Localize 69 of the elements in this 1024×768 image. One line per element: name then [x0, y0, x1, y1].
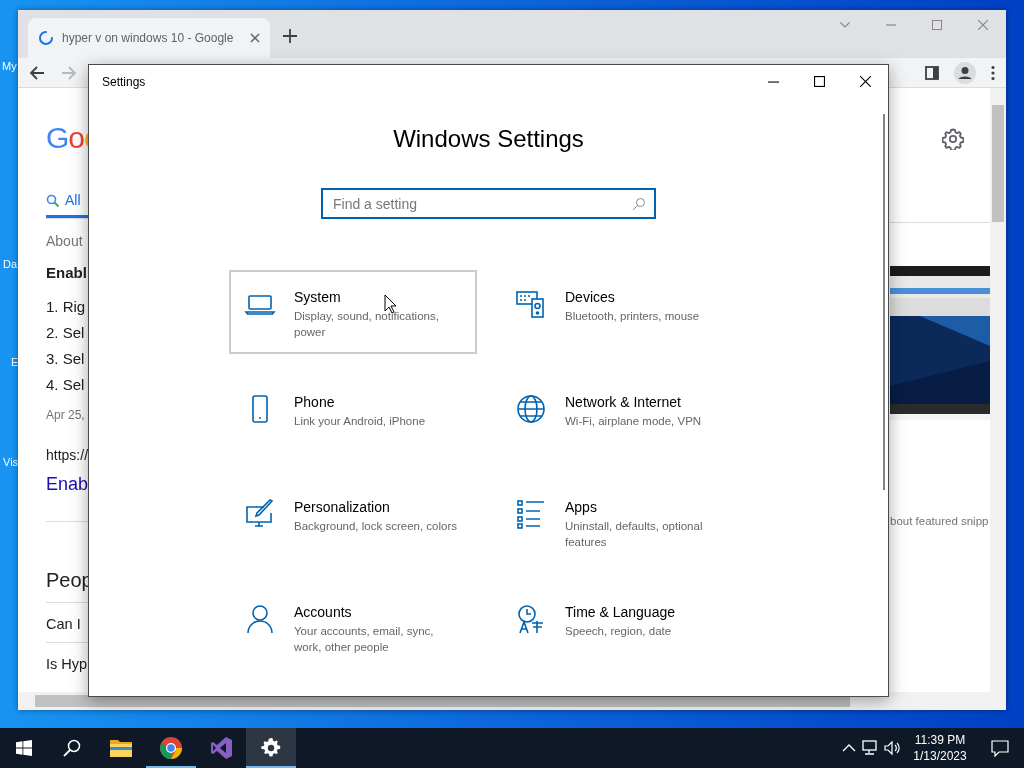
result-link[interactable]: Enab — [46, 472, 88, 496]
visual-studio-icon — [209, 736, 233, 760]
result-url[interactable]: https:// — [46, 446, 88, 464]
list-icon — [515, 498, 547, 530]
tile-title: Personalization — [294, 498, 390, 516]
scrollbar-thumb[interactable] — [992, 105, 1004, 222]
forward-arrow-icon — [60, 63, 78, 82]
tile-title: Time & Language — [565, 603, 675, 621]
chrome-icon — [159, 736, 183, 760]
question-item[interactable]: Can I — [46, 614, 88, 634]
search-field[interactable]: Find a setting — [321, 188, 656, 219]
search-icon — [632, 197, 646, 211]
menu-dots-icon[interactable] — [990, 64, 996, 81]
tile-title: Network & Internet — [565, 393, 681, 411]
snippet-step: 4. Sel — [46, 372, 88, 398]
snippet-step: 2. Sel — [46, 320, 88, 346]
gear-icon — [259, 736, 283, 760]
mouse-pointer-icon — [384, 294, 397, 314]
maximize-icon — [813, 75, 825, 87]
person-icon — [244, 603, 276, 635]
tile-description: Link your Android, iPhone — [294, 414, 427, 429]
settings-heading: Windows Settings — [392, 124, 585, 154]
monitor-brush-icon — [244, 498, 276, 530]
tile-title: Accounts — [294, 603, 352, 621]
settings-icon[interactable] — [942, 128, 964, 150]
scrollbar-thumb[interactable] — [883, 114, 885, 490]
tile-title: Phone — [294, 393, 335, 411]
tab-search-chevron-icon — [840, 22, 850, 28]
close-icon — [859, 75, 871, 87]
close-icon — [978, 20, 988, 30]
minimize-icon — [886, 24, 896, 26]
keyboard-speaker-icon — [515, 288, 547, 320]
tile-description: Speech, region, date — [565, 624, 673, 639]
settings-tile[interactable]: System Display, sound, notifications, power — [229, 270, 477, 354]
tile-title: Devices — [565, 288, 615, 306]
tile-description: Bluetooth, printers, mouse — [565, 309, 701, 324]
back-arrow-icon[interactable] — [28, 63, 46, 82]
chat-bubble-icon — [991, 739, 1009, 757]
vertical-scrollbar[interactable] — [990, 88, 1006, 692]
clock-time: 11:39 PM — [913, 732, 967, 748]
search-icon — [46, 193, 60, 208]
result-stats-text: About — [46, 232, 84, 250]
tile-title: Apps — [565, 498, 597, 516]
globe-icon — [515, 393, 547, 425]
close-icon[interactable] — [250, 33, 260, 43]
feedback-text: bout featured snipp — [890, 514, 990, 528]
speaker-icon[interactable] — [883, 738, 903, 758]
tab-title: hyper v on windows 10 - Google — [62, 30, 235, 47]
snippet-title: Enabl — [46, 263, 88, 283]
side-panel-icon[interactable] — [924, 64, 940, 81]
clock-date: 1/13/2023 — [912, 748, 968, 764]
tile-description: Wi-Fi, airplane mode, VPN — [565, 414, 703, 429]
window-title: Settings — [102, 74, 146, 91]
browser-tab[interactable]: hyper v on windows 10 - Google — [28, 18, 270, 58]
snippet-date: Apr 25, — [46, 407, 86, 423]
tile-description: Your accounts, email, sync, work, other people — [294, 624, 435, 655]
question-item[interactable]: Is Hyp — [46, 654, 88, 674]
maximize-icon — [932, 20, 942, 30]
search-icon — [63, 739, 81, 757]
tile-description: Display, sound, notifications, power — [294, 309, 440, 340]
tile-description: Uninstall, defaults, optional features — [565, 519, 704, 550]
tile-title: System — [294, 288, 341, 306]
taskbar-app-button[interactable] — [246, 728, 296, 768]
windows-logo-icon — [16, 740, 32, 756]
snippet-step: 3. Sel — [46, 346, 88, 372]
clock[interactable]: 11:39 PM 1/13/2023 — [904, 732, 976, 764]
snippet-step: 1. Rig — [46, 294, 88, 320]
profile-avatar-icon[interactable] — [954, 61, 976, 84]
tile-description: Background, lock screen, colors — [294, 519, 458, 534]
